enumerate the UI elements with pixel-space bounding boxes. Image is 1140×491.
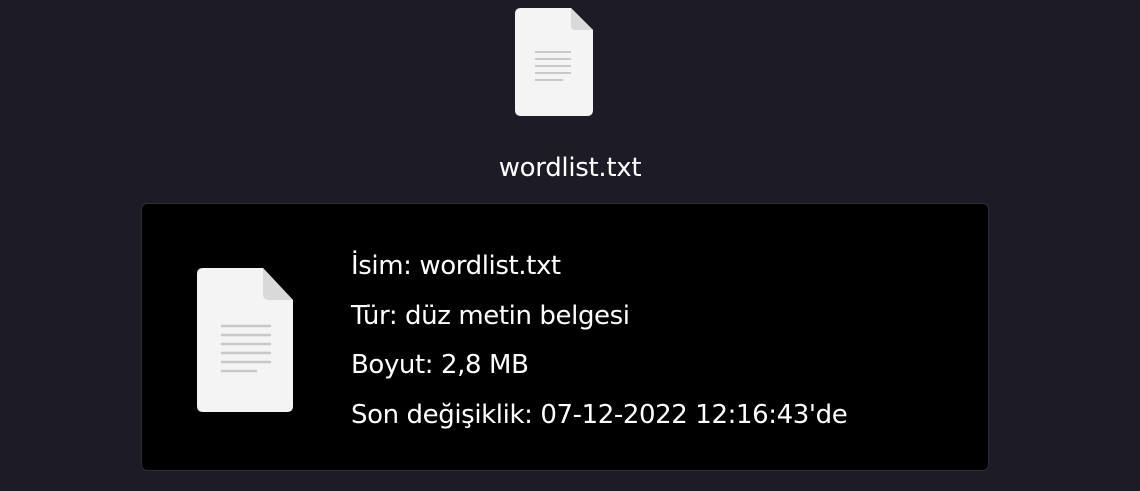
desktop-file-item[interactable]: wordlist.txt [440, 0, 700, 200]
file-modified-info: Son değişiklik: 07-12-2022 12:16:43'de [351, 399, 848, 430]
file-info-tooltip: İsim: wordlist.txt Tür: düz metin belges… [141, 203, 989, 471]
desktop: { "desktop_file": { "icon": "text-file-i… [0, 0, 1140, 491]
file-name-info: İsim: wordlist.txt [351, 251, 561, 281]
file-name-label: wordlist.txt [498, 153, 642, 183]
file-size-info: Boyut: 2,8 MB [351, 350, 529, 380]
text-file-icon [515, 8, 593, 116]
file-type-info: Tür: düz metin belgesi [351, 300, 630, 331]
file-info-lines: İsim: wordlist.txt Tür: düz metin belges… [351, 242, 971, 440]
text-file-icon [197, 268, 293, 412]
